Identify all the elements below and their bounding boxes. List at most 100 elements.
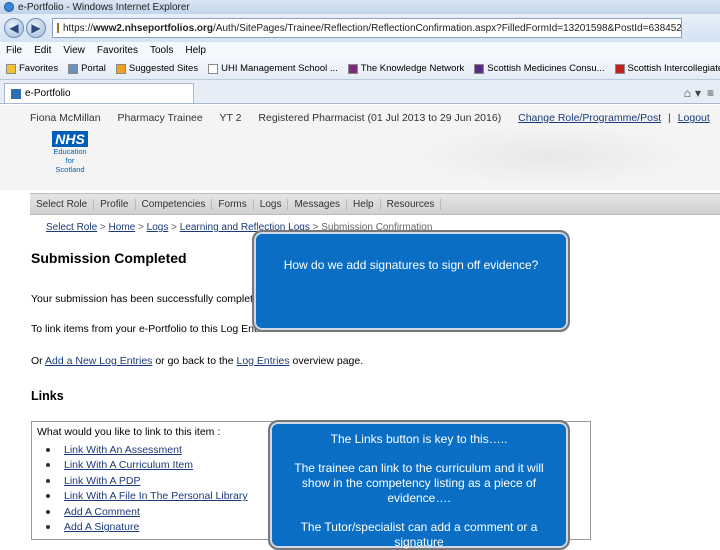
or-text: or go back to the <box>155 355 234 367</box>
logout-link[interactable]: Logout <box>678 112 710 124</box>
links-heading: Links <box>31 389 64 403</box>
page-icon <box>68 63 79 74</box>
links-question: What would you like to link to this item… <box>37 426 221 438</box>
crumb-select-role[interactable]: Select Role <box>46 222 97 233</box>
link-instruction: To link items from your e-Portfolio to t… <box>31 323 277 335</box>
link-curriculum[interactable]: Link With A Curriculum Item <box>64 459 193 471</box>
home-icon[interactable]: ⌂ <box>684 86 691 100</box>
logo-line: for <box>65 156 75 165</box>
callout-question: How do we add signatures to sign off evi… <box>252 230 570 332</box>
fav-label: Scottish Intercollegiate G... <box>627 63 720 74</box>
nhs-mark: NHS <box>52 131 88 147</box>
url-prefix: https:// <box>63 22 94 34</box>
back-icon[interactable]: ◀ <box>4 18 24 38</box>
list-item: Link With A File In The Personal Library <box>46 489 248 505</box>
log-entries-link[interactable]: Log Entries <box>236 355 289 367</box>
chevron-down-icon[interactable]: ▾ <box>695 86 701 100</box>
main-nav: Select Role Profile Competencies Forms L… <box>30 193 720 215</box>
menu-view[interactable]: View <box>63 45 85 56</box>
window-title-bar: e-Portfolio - Windows Internet Explorer <box>0 0 720 14</box>
crumb-logs[interactable]: Logs <box>147 222 169 233</box>
logo-line: Scotland <box>55 165 85 174</box>
menu-tools[interactable]: Tools <box>150 45 173 56</box>
link-pdp[interactable]: Link With A PDP <box>64 475 140 487</box>
tab-label: e-Portfolio <box>25 88 71 99</box>
bullet-icon <box>46 463 50 468</box>
nhs-logo: NHS Education for Scotland <box>48 131 92 174</box>
nav-messages[interactable]: Messages <box>288 198 348 210</box>
menu-file[interactable]: File <box>6 45 22 56</box>
list-item: Add A Comment <box>46 504 248 520</box>
nav-help[interactable]: Help <box>347 198 381 210</box>
kn-icon <box>347 63 358 74</box>
callout-question-text: How do we add signatures to sign off evi… <box>283 258 539 272</box>
link-file[interactable]: Link With A File In The Personal Library <box>64 490 248 502</box>
add-comment-link[interactable]: Add A Comment <box>64 506 140 518</box>
list-item: Link With A Curriculum Item <box>46 458 248 474</box>
or-text: overview page. <box>292 355 364 367</box>
address-bar: ◀ ▶ https://www2.nhseportfolios.org/Auth… <box>0 14 720 42</box>
callout-answer: The Links button is key to this….. The t… <box>268 420 570 550</box>
crumb-sep: > <box>171 222 177 233</box>
fav-portal[interactable]: Portal <box>68 63 106 74</box>
nav-logs[interactable]: Logs <box>254 198 289 210</box>
link-assessment[interactable]: Link With An Assessment <box>64 444 182 456</box>
crumb-sep: > <box>99 222 106 233</box>
fav-label: Suggested Sites <box>128 63 199 74</box>
fav-suggested-sites[interactable]: Suggested Sites <box>115 63 199 74</box>
logo-line: Education <box>53 147 87 156</box>
tab-tools: ⌂ ▾ ≡ <box>684 83 720 103</box>
next-steps: Or Add a New Log Entries or go back to t… <box>31 355 363 367</box>
favorites-label: Favorites <box>19 63 59 74</box>
tab-bar: e-Portfolio ⌂ ▾ ≡ <box>0 80 720 104</box>
menu-edit[interactable]: Edit <box>34 45 51 56</box>
nav-forms[interactable]: Forms <box>212 198 254 210</box>
star-icon <box>6 63 16 74</box>
url-field[interactable]: https://www2.nhseportfolios.org/Auth/Sit… <box>52 18 682 38</box>
forward-icon[interactable]: ▶ <box>26 18 46 38</box>
success-message: Your submission has been successfully co… <box>31 293 268 305</box>
nav-profile[interactable]: Profile <box>94 198 136 210</box>
window-title: e-Portfolio - Windows Internet Explorer <box>18 1 190 13</box>
nav-resources[interactable]: Resources <box>381 198 442 210</box>
menu-favorites[interactable]: Favorites <box>97 45 138 56</box>
links-list: Link With An Assessment Link With A Curr… <box>46 442 248 535</box>
favorites-bar: Favorites Portal Suggested Sites UHI Man… <box>0 58 720 80</box>
favorites-button[interactable]: Favorites <box>6 63 58 74</box>
url-host: www2.nhseportfolios.org <box>93 22 214 34</box>
menu-help[interactable]: Help <box>185 45 206 56</box>
bullet-icon <box>46 447 50 452</box>
ie-page-icon <box>208 63 219 74</box>
user-yt: YT 2 <box>219 112 242 124</box>
page-title: Submission Completed <box>31 250 187 266</box>
add-new-log-link[interactable]: Add a New Log Entries <box>45 355 152 367</box>
fav-uhi[interactable]: UHI Management School ... <box>208 63 338 74</box>
smc-icon <box>474 63 485 74</box>
callout-answer-line: The trainee can link to the curriculum a… <box>294 461 544 505</box>
fav-label: Scottish Medicines Consu... <box>487 63 605 74</box>
fav-label: Portal <box>81 63 106 74</box>
bullet-icon <box>46 509 50 514</box>
crumb-home[interactable]: Home <box>109 222 136 233</box>
feeds-icon[interactable]: ≡ <box>707 86 714 100</box>
add-signature-link[interactable]: Add A Signature <box>64 521 139 533</box>
lock-icon <box>57 23 59 33</box>
user-registration: Registered Pharmacist (01 Jul 2013 to 29… <box>258 112 502 124</box>
sign-icon <box>614 63 625 74</box>
tab-eportfolio[interactable]: e-Portfolio <box>4 83 194 103</box>
change-role-link[interactable]: Change Role/Programme/Post <box>518 112 661 124</box>
menu-bar: File Edit View Favorites Tools Help <box>0 42 720 58</box>
suggested-icon <box>115 63 126 74</box>
eportfolio-tab-icon <box>11 88 21 99</box>
fav-knowledge-network[interactable]: The Knowledge Network <box>347 63 464 74</box>
list-item: Add A Signature <box>46 520 248 536</box>
nav-competencies[interactable]: Competencies <box>136 198 213 210</box>
fav-sign[interactable]: Scottish Intercollegiate G... <box>614 63 720 74</box>
nav-select-role[interactable]: Select Role <box>30 198 95 210</box>
callout-answer-line: The Tutor/specialist can add a comment o… <box>300 520 538 549</box>
callout-answer-line: The Links button is key to this….. <box>330 432 508 446</box>
list-item: Link With An Assessment <box>46 442 248 458</box>
fav-smc[interactable]: Scottish Medicines Consu... <box>474 63 605 74</box>
user-name: Fiona McMillan <box>30 112 101 124</box>
ie-icon <box>4 2 14 12</box>
